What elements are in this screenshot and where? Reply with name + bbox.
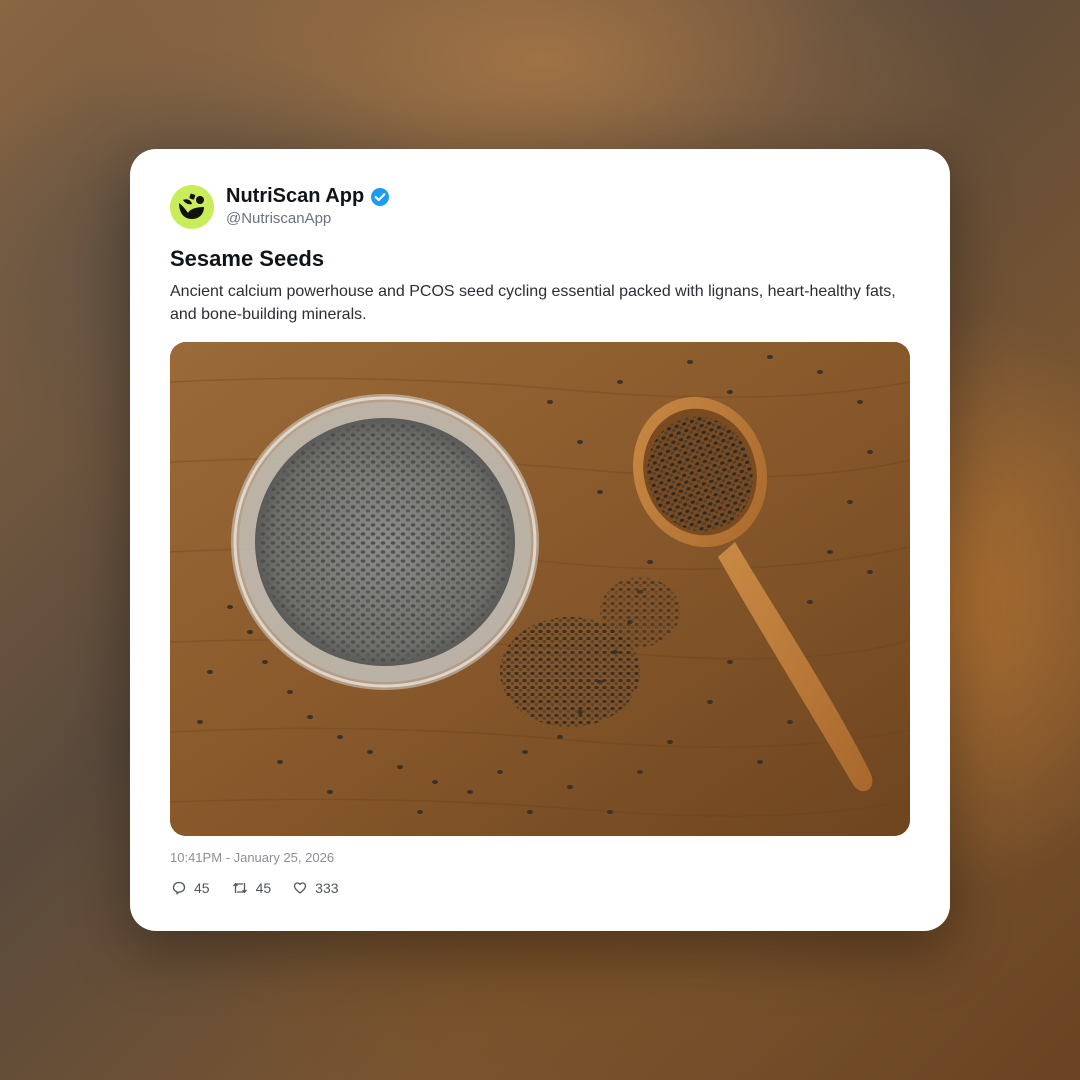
repost-icon <box>232 882 247 894</box>
post-timestamp[interactable]: 10:41PM - January 25, 2026 <box>170 850 334 865</box>
post-image[interactable] <box>170 342 910 836</box>
reply-icon <box>172 881 186 895</box>
repost-button[interactable]: 45 <box>232 880 272 896</box>
nutriscan-logo-icon[interactable] <box>170 185 214 229</box>
author-name[interactable]: NutriScan App <box>226 185 364 208</box>
post-title: Sesame Seeds <box>170 246 325 271</box>
repost-count: 45 <box>255 880 272 896</box>
post-card: NutriScan App @NutriscanApp Sesame Seeds… <box>130 149 950 931</box>
reply-count: 45 <box>194 880 210 896</box>
heart-icon <box>294 882 307 894</box>
post-description: Ancient calcium powerhouse and PCOS seed… <box>170 283 896 323</box>
seeds-photo <box>170 342 910 836</box>
like-count: 333 <box>315 880 339 896</box>
author-handle[interactable]: @NutriscanApp <box>226 210 331 227</box>
like-button[interactable]: 333 <box>293 880 339 896</box>
reply-button[interactable]: 45 <box>172 880 210 896</box>
verified-badge-icon <box>371 187 390 206</box>
post-actions: 45 45 333 <box>172 880 361 896</box>
